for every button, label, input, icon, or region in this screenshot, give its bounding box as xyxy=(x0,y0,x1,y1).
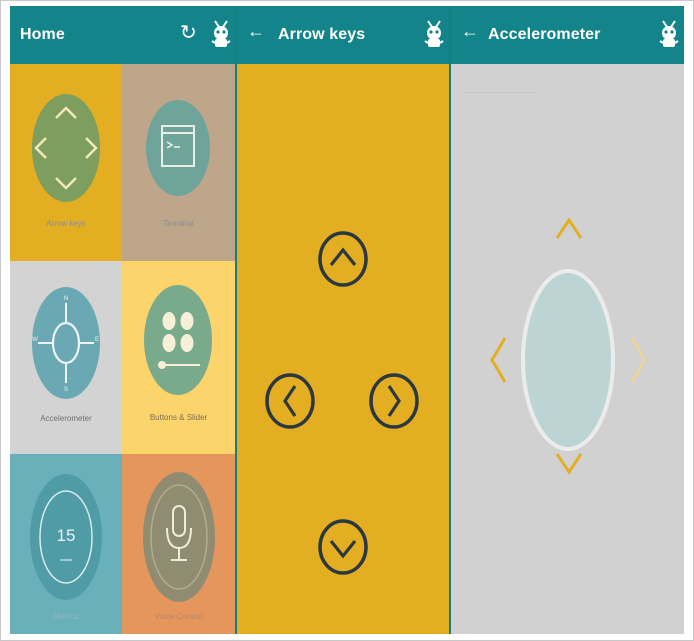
bluetooth-bot-icon[interactable] xyxy=(422,17,446,51)
svg-text:N: N xyxy=(64,296,68,302)
tile-buttons-slider[interactable]: Buttons & Slider xyxy=(122,261,235,454)
tile-label: Voice Control xyxy=(154,612,203,621)
bluetooth-bot-icon[interactable] xyxy=(657,17,681,51)
chevron-left-icon xyxy=(490,337,507,383)
chevron-right-icon xyxy=(630,337,647,383)
tile-label: Arrow keys xyxy=(46,219,86,228)
up-arrow-button[interactable] xyxy=(317,230,369,288)
tile-terminal[interactable]: Terminal xyxy=(122,64,235,261)
chevron-up-icon xyxy=(555,217,583,239)
refresh-icon[interactable]: ↻ xyxy=(180,22,197,44)
svg-text:E: E xyxy=(95,337,99,343)
tile-accelerometer[interactable]: N S W E Accelerometer xyxy=(10,261,122,454)
down-arrow-button[interactable] xyxy=(317,518,369,576)
tile-metrics[interactable]: 15 Metrics xyxy=(10,454,122,634)
arrow-keys-title: Arrow keys xyxy=(278,26,366,43)
microphone-icon xyxy=(143,472,215,602)
chevron-right-icon xyxy=(369,373,419,429)
tilt-ball xyxy=(521,269,615,451)
arrow-keys-app-bar: ← Arrow keys xyxy=(237,6,449,64)
home-title: Home xyxy=(20,26,65,43)
tilt-left-indicator xyxy=(487,332,511,388)
svg-text:S: S xyxy=(64,387,68,393)
home-screen: Home ↻ Arrow keys Terminal N S W E Accel… xyxy=(10,6,235,634)
tile-label: Terminal xyxy=(163,219,194,228)
chevron-up-icon xyxy=(318,231,368,287)
svg-text:W: W xyxy=(32,337,38,343)
tile-label: Accelerometer xyxy=(40,414,92,423)
arrow-keys-icon xyxy=(32,94,100,202)
tile-label: Metrics xyxy=(53,612,79,621)
menu-line xyxy=(465,92,537,93)
tile-voice-control[interactable]: Voice Control xyxy=(122,454,235,634)
accelerometer-title: Accelerometer xyxy=(488,26,601,43)
tilt-right-indicator xyxy=(626,332,650,388)
arrow-keys-screen: ← Arrow keys xyxy=(237,6,449,634)
terminal-icon xyxy=(146,100,210,196)
chevron-down-icon xyxy=(318,519,368,575)
tile-arrow-keys[interactable]: Arrow keys xyxy=(10,64,122,261)
back-arrow-icon[interactable]: ← xyxy=(461,21,479,42)
buttons-slider-icon xyxy=(144,285,212,395)
right-arrow-button[interactable] xyxy=(368,372,420,430)
chevron-left-icon xyxy=(265,373,315,429)
bluetooth-bot-icon[interactable] xyxy=(209,17,233,51)
tilt-up-indicator xyxy=(552,210,586,244)
home-app-bar: Home ↻ xyxy=(10,6,235,64)
tile-label: Buttons & Slider xyxy=(149,413,208,422)
accelerometer-screen: ← Accelerometer xyxy=(451,6,684,634)
metrics-value: 15 xyxy=(56,526,76,545)
compass-icon: N S W E xyxy=(32,287,100,399)
left-arrow-button[interactable] xyxy=(264,372,316,430)
back-arrow-icon[interactable]: ← xyxy=(247,21,265,42)
accelerometer-app-bar: ← Accelerometer xyxy=(451,6,684,64)
